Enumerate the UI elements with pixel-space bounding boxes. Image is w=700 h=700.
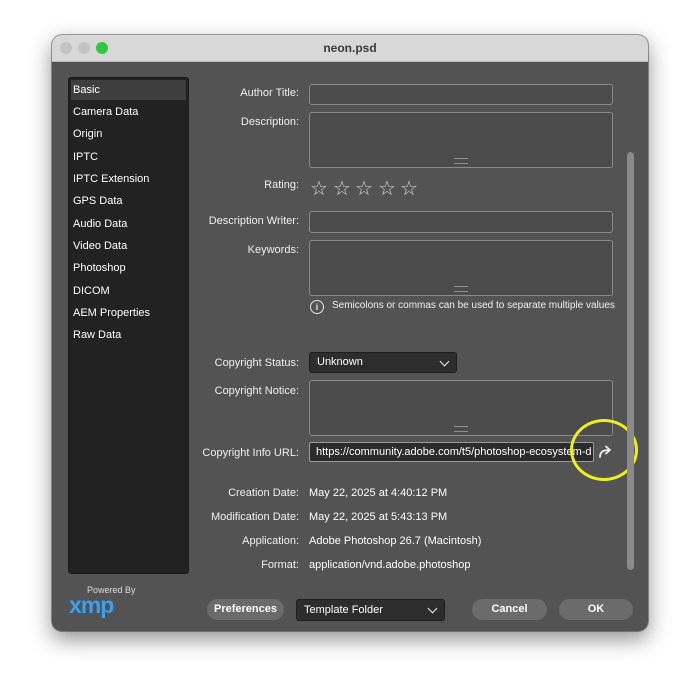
creation-date-value: May 22, 2025 at 4:40:12 PM (309, 487, 448, 499)
format-value: application/vnd.adobe.photoshop (309, 559, 471, 571)
copyright-url-field[interactable]: https://community.adobe.com/t5/photoshop… (309, 442, 594, 462)
sidebar-item-raw-data[interactable]: Raw Data (71, 325, 186, 345)
description-field[interactable] (309, 112, 613, 168)
copyright-status-label: Copyright Status: (214, 357, 299, 369)
resize-grip-icon[interactable] (454, 158, 468, 164)
author-title-label: Author Title: (240, 87, 299, 99)
template-folder-select[interactable]: Template Folder (296, 599, 445, 621)
resize-grip-icon[interactable] (454, 286, 468, 292)
keywords-field[interactable] (309, 240, 613, 296)
sidebar-item-photoshop[interactable]: Photoshop (71, 258, 186, 278)
copyright-status-value: Unknown (317, 356, 363, 368)
keywords-hint: Semicolons or commas can be used to sepa… (332, 300, 615, 311)
resize-grip-icon[interactable] (454, 426, 468, 432)
chevron-down-icon (439, 356, 450, 367)
title-bar: neon.psd (52, 35, 648, 62)
copyright-url-label: Copyright Info URL: (202, 447, 299, 459)
copyright-notice-label: Copyright Notice: (214, 385, 299, 397)
xmp-logo: xmp (69, 592, 114, 618)
template-folder-value: Template Folder (304, 604, 383, 616)
modification-date-value: May 22, 2025 at 5:43:13 PM (309, 511, 448, 523)
keywords-label: Keywords: (247, 244, 299, 256)
file-info-dialog: neon.psd Basic Camera Data Origin IPTC I… (52, 35, 648, 631)
copyright-status-select[interactable]: Unknown (309, 352, 457, 373)
format-label: Format: (261, 559, 299, 571)
sidebar-item-iptc[interactable]: IPTC (71, 147, 186, 167)
star-icon[interactable]: ☆ (400, 179, 418, 199)
description-label: Description: (240, 116, 299, 128)
star-icon[interactable]: ☆ (333, 179, 351, 199)
category-sidebar: Basic Camera Data Origin IPTC IPTC Exten… (68, 77, 189, 574)
chevron-down-icon (427, 603, 438, 614)
info-icon: i (310, 300, 324, 314)
star-icon[interactable]: ☆ (355, 179, 373, 199)
description-writer-label: Description Writer: (208, 215, 299, 227)
preferences-button[interactable]: Preferences (207, 599, 284, 620)
window-title: neon.psd (323, 41, 377, 55)
ok-button[interactable]: OK (559, 599, 633, 620)
star-icon[interactable]: ☆ (378, 179, 396, 199)
star-icon[interactable]: ☆ (310, 179, 328, 199)
rating-label: Rating: (264, 179, 299, 191)
sidebar-item-aem-properties[interactable]: AEM Properties (71, 303, 186, 323)
creation-date-label: Creation Date: (228, 487, 299, 499)
cancel-button[interactable]: Cancel (472, 599, 547, 620)
copyright-notice-field[interactable] (309, 380, 613, 436)
modification-date-label: Modification Date: (210, 511, 299, 523)
description-writer-field[interactable] (309, 211, 613, 233)
sidebar-item-gps-data[interactable]: GPS Data (71, 191, 186, 211)
author-title-field[interactable] (309, 84, 613, 105)
application-value: Adobe Photoshop 26.7 (Macintosh) (309, 535, 482, 547)
scrollbar-thumb[interactable] (627, 152, 634, 570)
sidebar-item-dicom[interactable]: DICOM (71, 281, 186, 301)
application-label: Application: (242, 535, 299, 547)
